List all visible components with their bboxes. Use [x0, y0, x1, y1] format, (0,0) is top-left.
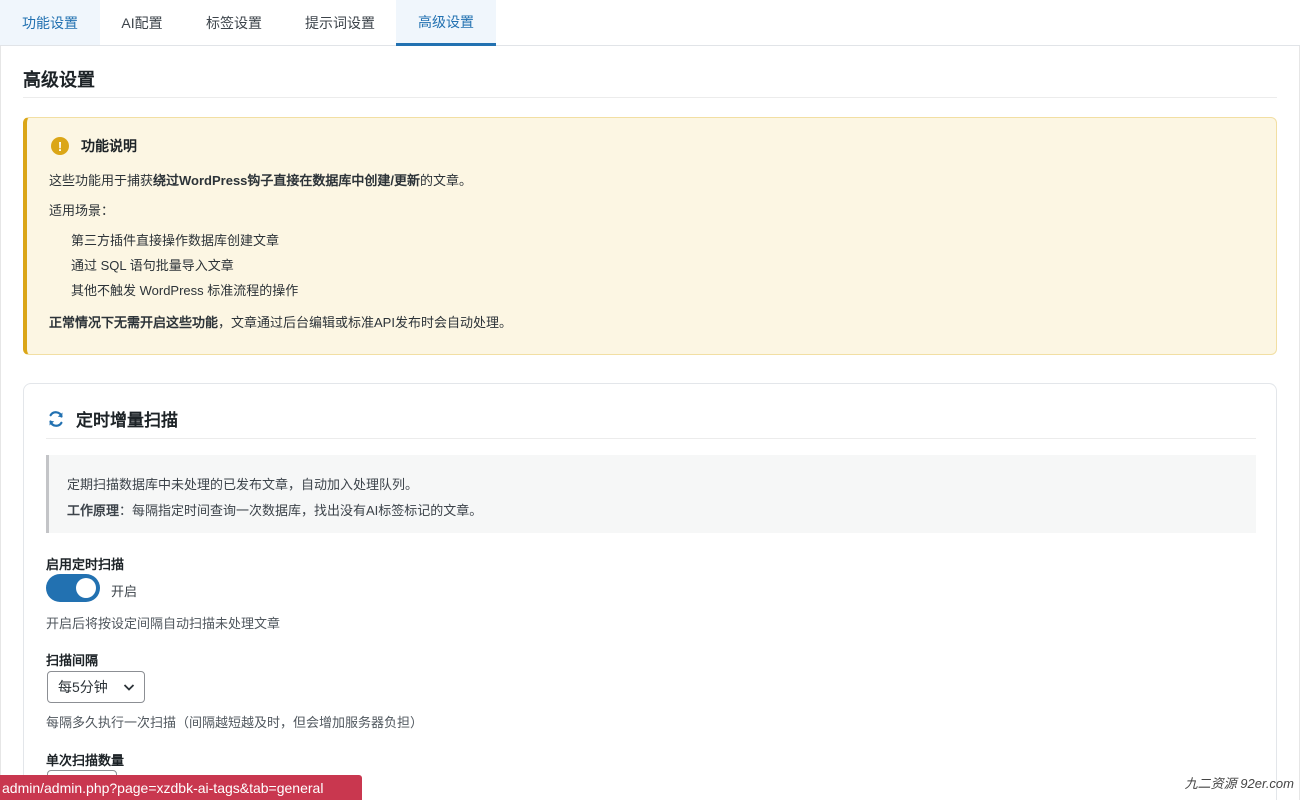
scan-desc-text: 定期扫描数据库中未处理的已发布文章，自动加入处理队列。	[67, 477, 419, 492]
scan-interval-label: 扫描间隔	[46, 653, 99, 668]
batch-size-label: 单次扫描数量	[46, 753, 125, 768]
refresh-icon	[49, 410, 63, 427]
tab-feature-settings[interactable]: 功能设置	[0, 0, 100, 45]
notice-text: 的文章。	[420, 173, 473, 188]
card-header: 定时增量扫描	[46, 406, 178, 431]
chevron-down-icon	[123, 684, 135, 691]
notice-description: 这些功能用于捕获绕过WordPress钩子直接在数据库中创建/更新的文章。	[49, 170, 472, 189]
principle-text: ：每隔指定时间查询一次数据库，找出没有AI标签标记的文章。	[119, 503, 483, 518]
scenarios-label: 适用场景：	[49, 203, 115, 218]
scenario-item: 第三方插件直接操作数据库创建文章	[71, 233, 280, 248]
select-value: 每5分钟	[58, 679, 108, 695]
toggle-state-label: 开启	[111, 584, 138, 599]
scan-interval-help: 每隔多久执行一次扫描（间隔越短越及时，但会增加服务器负担）	[46, 715, 424, 730]
divider	[23, 97, 1277, 98]
settings-tabs: 功能设置 AI配置 标签设置 提示词设置 高级设置	[0, 0, 1300, 46]
feature-notice: ! 功能说明 这些功能用于捕获绕过WordPress钩子直接在数据库中创建/更新…	[23, 117, 1277, 355]
scheduled-scan-card: 定时增量扫描 定期扫描数据库中未处理的已发布文章，自动加入处理队列。 工作原理：…	[23, 383, 1277, 800]
scan-interval-select[interactable]: 每5分钟	[47, 671, 145, 703]
card-title: 定时增量扫描	[76, 411, 178, 430]
warning-icon: !	[51, 137, 69, 155]
notice-footer-bold: 正常情况下无需开启这些功能	[49, 315, 219, 330]
enable-scan-label: 启用定时扫描	[46, 557, 125, 572]
notice-footer-text: ，文章通过后台编辑或标准API发布时会自动处理。	[218, 315, 512, 330]
notice-header: ! 功能说明	[51, 136, 137, 156]
enable-scan-toggle[interactable]	[46, 574, 100, 602]
enable-scan-help: 开启后将按设定间隔自动扫描未处理文章	[46, 616, 281, 631]
settings-panel: 高级设置 ! 功能说明 这些功能用于捕获绕过WordPress钩子直接在数据库中…	[0, 46, 1300, 800]
divider	[46, 438, 1256, 439]
tab-advanced-settings[interactable]: 高级设置	[396, 0, 496, 46]
tab-tag-settings[interactable]: 标签设置	[184, 0, 284, 45]
notice-bold-text: 绕过WordPress钩子直接在数据库中创建/更新	[153, 173, 421, 188]
status-url-bar: admin/admin.php?page=xzdbk-ai-tags&tab=g…	[0, 775, 362, 800]
principle-label: 工作原理	[67, 503, 120, 518]
scenario-item: 通过 SQL 语句批量导入文章	[71, 258, 234, 273]
notice-text: 这些功能用于捕获	[49, 173, 154, 188]
scan-description: 定期扫描数据库中未处理的已发布文章，自动加入处理队列。 工作原理：每隔指定时间查…	[46, 455, 1256, 533]
toggle-knob	[76, 578, 96, 598]
notice-footer: 正常情况下无需开启这些功能，文章通过后台编辑或标准API发布时会自动处理。	[49, 312, 512, 331]
scenario-item: 其他不触发 WordPress 标准流程的操作	[71, 283, 299, 298]
scan-principle-text: 工作原理：每隔指定时间查询一次数据库，找出没有AI标签标记的文章。	[67, 500, 482, 519]
page-title: 高级设置	[23, 70, 95, 90]
tab-ai-config[interactable]: AI配置	[100, 0, 184, 45]
watermark: 九二资源 92er.com	[1184, 776, 1294, 791]
tab-prompt-settings[interactable]: 提示词设置	[284, 0, 396, 45]
notice-title: 功能说明	[81, 138, 137, 154]
